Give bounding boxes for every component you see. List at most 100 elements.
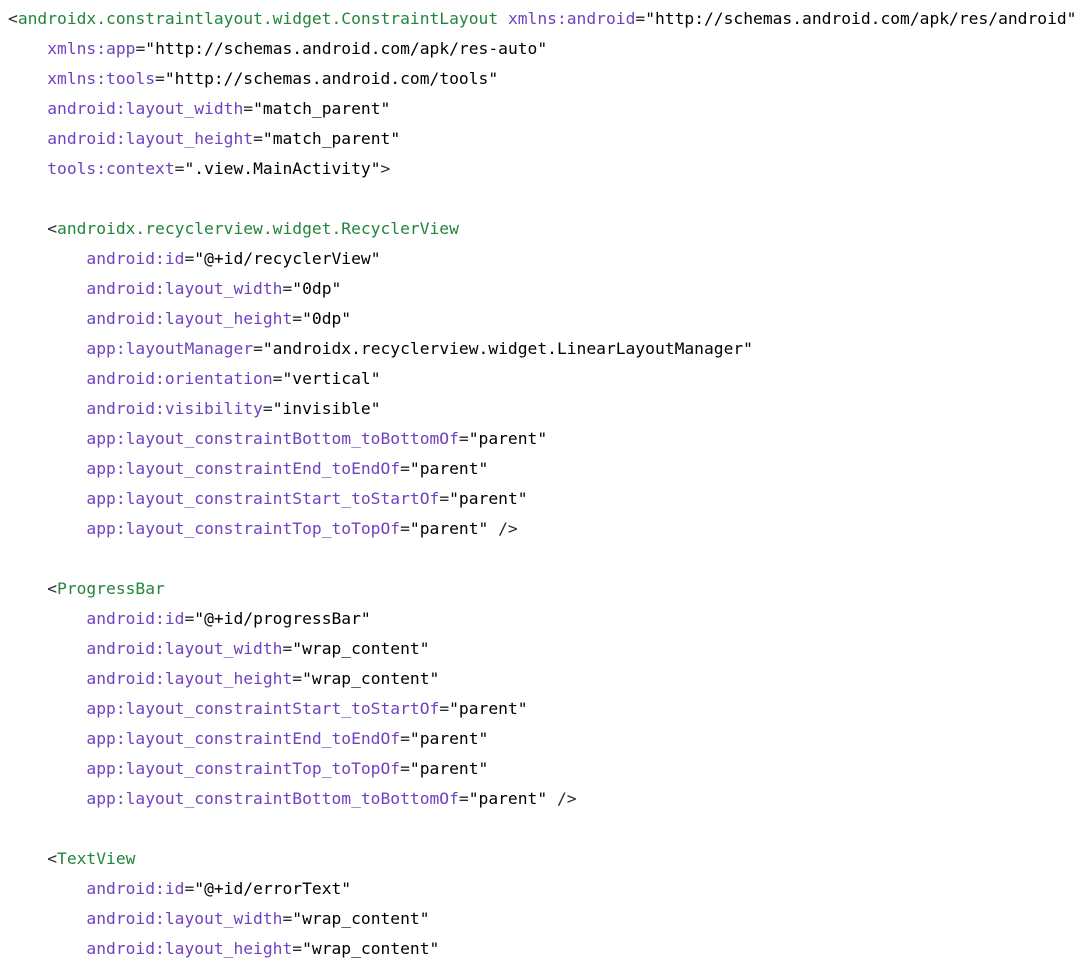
xml-attribute-value: "http://schemas.android.com/apk/res/andr… (645, 9, 1077, 28)
code-line: ​ (8, 814, 1092, 844)
xml-attribute-value: "0dp" (302, 309, 352, 328)
xml-attribute-name: android:layout_width (47, 99, 244, 118)
xml-punctuation (8, 339, 86, 358)
xml-punctuation: = (282, 639, 293, 658)
xml-attribute-value: "match_parent" (262, 129, 401, 148)
xml-attribute-name: xmlns:app (47, 39, 136, 58)
code-line: xmlns:tools="http://schemas.android.com/… (8, 64, 1092, 94)
xml-attribute-value: "http://schemas.android.com/apk/res-auto… (145, 39, 548, 58)
code-line: <ProgressBar (8, 574, 1092, 604)
code-line: android:visibility="invisible" (8, 394, 1092, 424)
xml-attribute-value: "parent" (409, 519, 489, 538)
code-line: app:layout_constraintStart_toStartOf="pa… (8, 694, 1092, 724)
xml-punctuation: /> (547, 789, 577, 808)
xml-punctuation: = (253, 339, 263, 358)
xml-punctuation: < (8, 849, 58, 868)
xml-attribute-value: "parent" (409, 759, 489, 778)
code-line: app:layout_constraintBottom_toBottomOf="… (8, 784, 1092, 814)
code-line: android:layout_height="wrap_content" (8, 664, 1092, 694)
xml-punctuation: = (253, 129, 263, 148)
code-line: app:layout_constraintTop_toTopOf="parent… (8, 514, 1092, 544)
xml-attribute-value: "wrap_content" (302, 669, 440, 688)
xml-punctuation: < (8, 219, 58, 238)
xml-attribute-value: "parent" (409, 729, 489, 748)
code-line: android:layout_height="match_parent" (8, 124, 1092, 154)
code-line: app:layout_constraintTop_toTopOf="parent… (8, 754, 1092, 784)
xml-punctuation (8, 609, 86, 628)
xml-attribute-name: app:layout_constraintTop_toTopOf (86, 759, 401, 778)
xml-tag-name: androidx.recyclerview.widget.RecyclerVie… (57, 219, 459, 238)
code-line: app:layout_constraintEnd_toEndOf="parent… (8, 724, 1092, 754)
xml-punctuation (8, 249, 86, 268)
xml-attribute-name: android:orientation (86, 369, 273, 388)
xml-attribute-name: android:layout_height (86, 309, 293, 328)
xml-punctuation: = (439, 489, 450, 508)
xml-punctuation: = (292, 669, 303, 688)
xml-punctuation (8, 939, 86, 958)
xml-attribute-name: app:layout_constraintStart_toStartOf (86, 489, 440, 508)
xml-attribute-name: app:layout_constraintBottom_toBottomOf (86, 429, 459, 448)
code-line: android:layout_width="match_parent" (8, 94, 1092, 124)
xml-punctuation: = (635, 9, 646, 28)
code-line: android:id="@+id/errorText" (8, 874, 1092, 904)
xml-punctuation (8, 639, 86, 658)
xml-punctuation: = (184, 249, 195, 268)
xml-attribute-name: android:layout_width (86, 639, 283, 658)
xml-attribute-name: android:id (86, 249, 185, 268)
xml-punctuation: < (8, 579, 58, 598)
xml-punctuation (8, 99, 47, 118)
code-line: android:layout_height="0dp" (8, 304, 1092, 334)
xml-attribute-value: "parent" (409, 459, 489, 478)
xml-punctuation: = (400, 759, 410, 778)
xml-punctuation (8, 519, 86, 538)
xml-punctuation (8, 429, 86, 448)
xml-punctuation: > (380, 159, 391, 178)
xml-attribute-value: "wrap_content" (292, 639, 430, 658)
xml-attribute-value: "androidx.recyclerview.widget.LinearLayo… (262, 339, 753, 358)
xml-punctuation (8, 309, 86, 328)
xml-code-block: <androidx.constraintlayout.widget.Constr… (0, 0, 1092, 964)
code-line: ​ (8, 184, 1092, 214)
xml-punctuation: = (135, 39, 146, 58)
xml-attribute-value: "@+id/progressBar" (194, 609, 371, 628)
xml-punctuation (8, 699, 86, 718)
xml-attribute-value: ".view.MainActivity" (184, 159, 381, 178)
code-line: app:layout_constraintEnd_toEndOf="parent… (8, 454, 1092, 484)
xml-attribute-value: "wrap_content" (292, 909, 430, 928)
xml-attribute-name: android:layout_width (86, 279, 283, 298)
code-line: xmlns:app="http://schemas.android.com/ap… (8, 34, 1092, 64)
xml-punctuation: /> (488, 519, 518, 538)
code-line: <androidx.constraintlayout.widget.Constr… (8, 4, 1092, 34)
xml-punctuation (8, 39, 47, 58)
code-line: android:layout_width="0dp" (8, 274, 1092, 304)
xml-attribute-name: app:layoutManager (86, 339, 254, 358)
xml-attribute-name: android:visibility (86, 399, 263, 418)
xml-punctuation (8, 459, 86, 478)
xml-punctuation (8, 729, 86, 748)
xml-punctuation: = (439, 699, 450, 718)
code-line: android:id="@+id/progressBar" (8, 604, 1092, 634)
xml-attribute-name: android:id (86, 879, 185, 898)
code-line: android:layout_height="wrap_content" (8, 934, 1092, 964)
xml-punctuation (8, 159, 47, 178)
xml-attribute-name: xmlns:android (507, 9, 636, 28)
code-line: app:layout_constraintStart_toStartOf="pa… (8, 484, 1092, 514)
xml-punctuation (8, 489, 86, 508)
xml-attribute-value: "parent" (449, 489, 528, 508)
xml-attribute-name: tools:context (47, 159, 175, 178)
xml-attribute-name: app:layout_constraintEnd_toEndOf (86, 459, 401, 478)
xml-punctuation (8, 759, 86, 778)
xml-attribute-value: "@+id/recyclerView" (194, 249, 381, 268)
xml-attribute-name: app:layout_constraintTop_toTopOf (86, 519, 401, 538)
xml-attribute-value: "parent" (449, 699, 528, 718)
xml-attribute-name: android:layout_width (86, 909, 283, 928)
xml-punctuation (8, 879, 86, 898)
xml-attribute-value: "http://schemas.android.com/tools" (164, 69, 499, 88)
xml-punctuation: = (155, 69, 165, 88)
xml-attribute-value: "match_parent" (253, 99, 391, 118)
xml-attribute-name: android:layout_height (47, 129, 254, 148)
xml-attribute-name: xmlns:tools (47, 69, 156, 88)
xml-punctuation (8, 399, 86, 418)
xml-punctuation: = (292, 309, 303, 328)
xml-punctuation (8, 69, 47, 88)
